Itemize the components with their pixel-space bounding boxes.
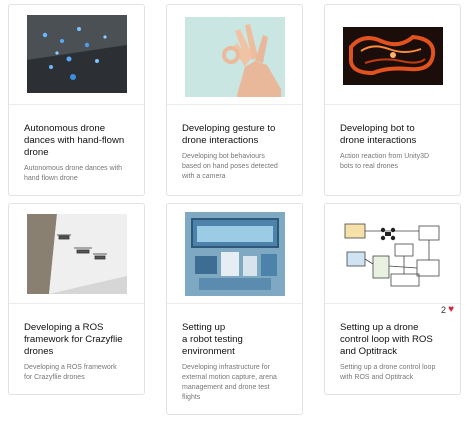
card-media bbox=[325, 5, 460, 105]
card-title[interactable]: Autonomous drone dances with hand-flown … bbox=[24, 123, 136, 159]
project-card-gesture[interactable]: Developing gesture to drone interactions… bbox=[166, 4, 303, 196]
card-media bbox=[9, 204, 144, 304]
glowing-track-image[interactable] bbox=[343, 27, 443, 85]
control-diagram-image[interactable] bbox=[343, 216, 443, 292]
drones-near-wall-image[interactable] bbox=[27, 214, 127, 294]
card-media bbox=[9, 5, 144, 105]
hand-gesture-image[interactable] bbox=[185, 17, 285, 97]
project-card-robot-testing[interactable]: Setting up a robot testing environment D… bbox=[166, 203, 303, 415]
card-description: Developing a ROS framework for Crazyflie… bbox=[24, 364, 117, 381]
card-description: Developing infrastructure for external m… bbox=[182, 364, 277, 401]
card-media bbox=[167, 204, 302, 304]
project-card-ros-crazyflie[interactable]: Developing a ROS framework for Crazyflie… bbox=[8, 203, 145, 395]
card-description: Setting up a drone control loop with ROS… bbox=[340, 364, 436, 381]
card-description: Autonomous drone dances with hand flown … bbox=[24, 165, 123, 182]
project-card-control-loop[interactable]: 2 ♥ Setting up a drone control loop with… bbox=[324, 203, 461, 395]
likes-count: 2 bbox=[441, 305, 447, 315]
card-description: Action reaction from Unity3D bots to rea… bbox=[340, 153, 430, 170]
project-card-drone-dance[interactable]: Autonomous drone dances with hand-flown … bbox=[8, 4, 145, 196]
card-media bbox=[325, 204, 460, 304]
card-title[interactable]: Setting up a robot testing environment bbox=[182, 322, 294, 358]
testing-arena-image[interactable] bbox=[185, 212, 285, 296]
card-title[interactable]: Developing bot to drone interactions bbox=[340, 123, 452, 147]
card-media bbox=[167, 5, 302, 105]
card-description: Developing bot behaviours based on hand … bbox=[182, 153, 278, 180]
project-card-bot-drone[interactable]: Developing bot to drone interactions Act… bbox=[324, 4, 461, 196]
card-title[interactable]: Setting up a drone control loop with ROS… bbox=[340, 322, 452, 358]
likes-counter[interactable]: 2 ♥ bbox=[441, 305, 454, 316]
card-title[interactable]: Developing a ROS framework for Crazyflie… bbox=[24, 322, 136, 358]
drone-swarm-image[interactable] bbox=[27, 15, 127, 93]
card-title[interactable]: Developing gesture to drone interactions bbox=[182, 123, 294, 147]
heart-icon[interactable]: ♥ bbox=[448, 305, 454, 315]
